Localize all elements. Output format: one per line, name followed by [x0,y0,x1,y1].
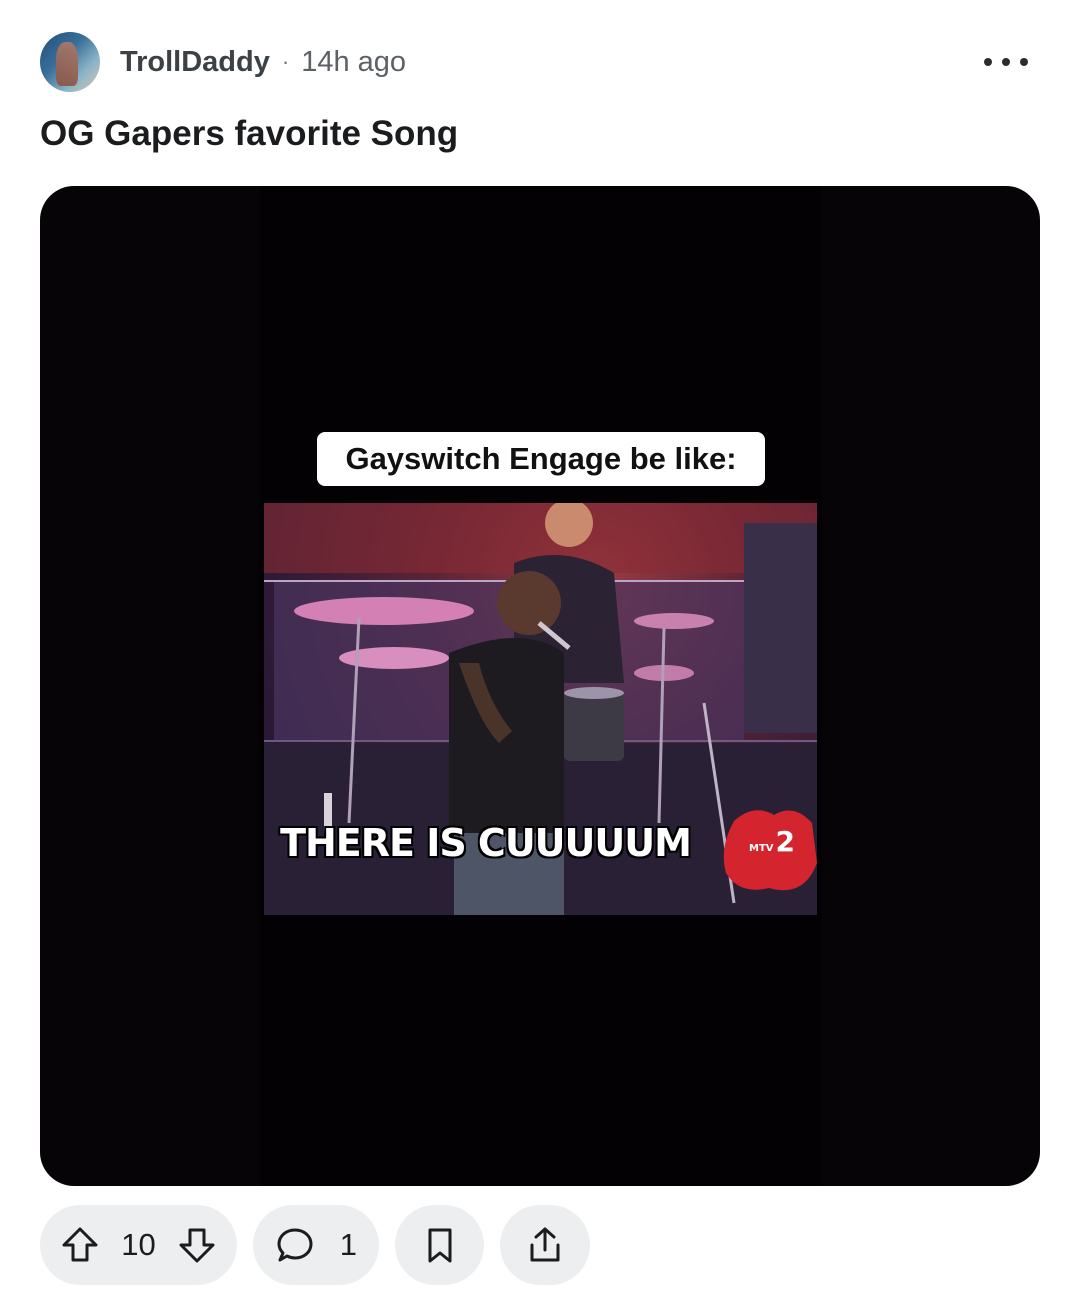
post-card: TrollDaddy · 14h ago OG Gapers favorite … [0,0,1080,1312]
arrow-down-icon [179,1228,215,1263]
comments-button[interactable]: 1 [253,1205,379,1285]
more-horizontal-icon-dot [1002,58,1010,66]
bookmark-icon [420,1225,460,1265]
watermark-number: 2 [775,825,795,858]
comment-count: 1 [339,1227,357,1262]
more-options-button[interactable] [984,50,1028,74]
speech-bubble-icon [275,1225,315,1265]
share-button[interactable] [500,1205,590,1285]
downvote-button[interactable] [177,1225,217,1265]
concert-scene-image: THERE IS CUUUUUM MTV 2 [264,503,817,915]
channel-watermark: MTV 2 [749,825,795,858]
upvote-button[interactable] [60,1225,100,1265]
post-header: TrollDaddy · 14h ago [40,32,406,92]
action-bar: 10 1 [40,1205,606,1285]
watermark-brand: MTV [749,843,774,854]
video-player[interactable]: Gayswitch Engage be like: THERE IS CUUUU… [40,186,1040,1186]
more-horizontal-icon [984,58,992,66]
post-timestamp: 14h ago [301,45,407,78]
arrow-up-icon [62,1227,98,1262]
author-username[interactable]: TrollDaddy [120,46,270,79]
avatar[interactable] [40,32,100,92]
share-icon [525,1225,565,1265]
meta-separator: · [281,49,290,74]
meme-caption: Gayswitch Engage be like: [317,432,765,486]
avatar-figure [56,42,78,86]
video-subtitle: THERE IS CUUUUUM [280,821,692,865]
more-horizontal-icon-dot [1020,58,1028,66]
vote-control: 10 [40,1205,237,1285]
save-button[interactable] [395,1205,484,1285]
upvote-count: 10 [121,1227,156,1262]
post-title[interactable]: OG Gapers favorite Song [40,114,458,154]
